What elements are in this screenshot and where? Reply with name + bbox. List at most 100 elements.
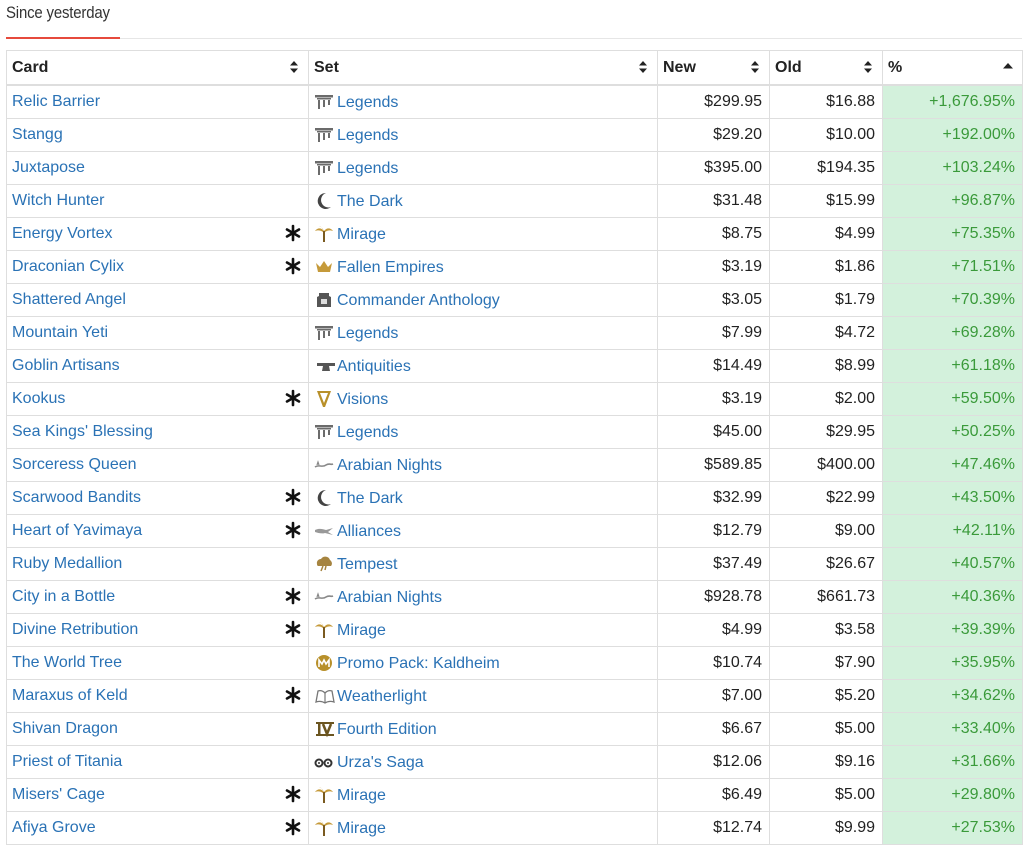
card-link[interactable]: Relic Barrier [12, 93, 100, 110]
heading-underline [6, 37, 120, 39]
percent-change-cell: +192.00% [882, 118, 1023, 152]
card-link[interactable]: Stangg [12, 126, 63, 143]
column-header-card[interactable]: Card [6, 50, 309, 86]
mirage-icon [314, 786, 334, 804]
foil-asterisk-icon [285, 620, 301, 638]
set-link[interactable]: Mirage [337, 820, 386, 837]
set-link[interactable]: Commander Anthology [337, 292, 500, 309]
set-link[interactable]: Fallen Empires [337, 259, 444, 276]
set-link[interactable]: Tempest [337, 556, 397, 573]
new-price-cell: $7.00 [657, 679, 770, 713]
card-link[interactable]: Mountain Yeti [12, 324, 108, 341]
card-link[interactable]: Heart of Yavimaya [12, 522, 142, 539]
foil-asterisk-icon [285, 257, 301, 275]
card-link[interactable]: Misers' Cage [12, 786, 105, 803]
card-link[interactable]: Kookus [12, 390, 65, 407]
card-cell: Witch Hunter [6, 184, 309, 218]
card-link[interactable]: The World Tree [12, 654, 122, 671]
percent-change-cell: +31.66% [882, 745, 1023, 779]
percent-change-cell: +34.62% [882, 679, 1023, 713]
new-price-cell: $3.19 [657, 250, 770, 284]
card-cell: Mountain Yeti [6, 316, 309, 350]
percent-change-cell: +71.51% [882, 250, 1023, 284]
set-link[interactable]: Visions [337, 391, 388, 408]
old-price-cell: $9.16 [769, 745, 883, 779]
percent-change-cell: +33.40% [882, 712, 1023, 746]
set-link[interactable]: Alliances [337, 523, 401, 540]
set-link[interactable]: The Dark [337, 490, 403, 507]
old-price-cell: $4.72 [769, 316, 883, 350]
set-link[interactable]: Legends [337, 127, 398, 144]
set-link[interactable]: Mirage [337, 787, 386, 804]
card-link[interactable]: Shattered Angel [12, 291, 126, 308]
weatherlight-icon [314, 687, 335, 705]
set-link[interactable]: Weatherlight [337, 688, 427, 705]
card-link[interactable]: City in a Bottle [12, 588, 115, 605]
card-cell: Shivan Dragon [6, 712, 309, 746]
card-link[interactable]: Shivan Dragon [12, 720, 118, 737]
table-row: Draconian Cylix Fallen Empires $3.19 $1.… [6, 250, 1023, 284]
column-header-new[interactable]: New [657, 50, 770, 86]
card-link[interactable]: Sea Kings' Blessing [12, 423, 153, 440]
card-link[interactable]: Ruby Medallion [12, 555, 122, 572]
card-link[interactable]: Witch Hunter [12, 192, 104, 209]
legends-icon [314, 93, 334, 111]
old-price-cell: $5.00 [769, 778, 883, 812]
card-link[interactable]: Maraxus of Keld [12, 687, 128, 704]
set-link[interactable]: Antiquities [337, 358, 411, 375]
card-link[interactable]: Afiya Grove [12, 819, 96, 836]
card-link[interactable]: Priest of Titania [12, 753, 122, 770]
old-price-cell: $5.20 [769, 679, 883, 713]
foil-asterisk-icon [285, 488, 301, 506]
new-price-cell: $31.48 [657, 184, 770, 218]
percent-change-cell: +47.46% [882, 448, 1023, 482]
set-link[interactable]: Legends [337, 424, 398, 441]
table-row: Afiya Grove Mirage $12.74 $9.99 +27.53% [6, 811, 1023, 845]
section-title: Since yesterday [6, 3, 110, 22]
card-link[interactable]: Goblin Artisans [12, 357, 120, 374]
set-cell: The Dark [308, 184, 658, 218]
set-link[interactable]: Arabian Nights [337, 457, 442, 474]
card-link[interactable]: Draconian Cylix [12, 258, 124, 275]
column-header-label: Card [12, 58, 49, 76]
column-header-old[interactable]: Old [769, 50, 883, 86]
set-cell: Mirage [308, 217, 658, 251]
set-link[interactable]: Legends [337, 325, 398, 342]
card-link[interactable]: Energy Vortex [12, 225, 113, 242]
old-price-cell: $26.67 [769, 547, 883, 581]
set-link[interactable]: Fourth Edition [337, 721, 437, 738]
old-price-cell: $1.79 [769, 283, 883, 317]
set-link[interactable]: Legends [337, 160, 398, 177]
commander-anthology-icon [314, 291, 334, 309]
set-cell: Antiquities [308, 349, 658, 383]
set-link[interactable]: Arabian Nights [337, 589, 442, 606]
section-heading: Since yesterday [6, 0, 1022, 39]
card-link[interactable]: Divine Retribution [12, 621, 138, 638]
new-price-cell: $3.19 [657, 382, 770, 416]
set-link[interactable]: Mirage [337, 622, 386, 639]
set-link[interactable]: Legends [337, 94, 398, 111]
set-link[interactable]: The Dark [337, 193, 403, 210]
new-price-cell: $37.49 [657, 547, 770, 581]
new-price-cell: $29.20 [657, 118, 770, 152]
new-price-cell: $45.00 [657, 415, 770, 449]
table-row: Ruby Medallion Tempest $37.49 $26.67 +40… [6, 547, 1023, 581]
set-link[interactable]: Mirage [337, 226, 386, 243]
percent-change-cell: +96.87% [882, 184, 1023, 218]
arabian-nights-icon [314, 456, 334, 474]
foil-asterisk-icon [285, 686, 301, 704]
column-header-label: % [888, 58, 903, 76]
card-cell: Shattered Angel [6, 283, 309, 317]
set-cell: The Dark [308, 481, 658, 515]
card-link[interactable]: Scarwood Bandits [12, 489, 141, 506]
card-link[interactable]: Sorceress Queen [12, 456, 137, 473]
column-header-pct[interactable]: % [882, 50, 1023, 86]
set-link[interactable]: Urza's Saga [337, 754, 424, 771]
legends-icon [314, 423, 334, 441]
table-row: Relic Barrier Legends $299.95 $16.88 +1,… [6, 84, 1023, 119]
card-link[interactable]: Juxtapose [12, 159, 85, 176]
table-row: Stangg Legends $29.20 $10.00 +192.00% [6, 118, 1023, 152]
old-price-cell: $29.95 [769, 415, 883, 449]
set-link[interactable]: Promo Pack: Kaldheim [337, 655, 500, 672]
column-header-set[interactable]: Set [308, 50, 658, 86]
